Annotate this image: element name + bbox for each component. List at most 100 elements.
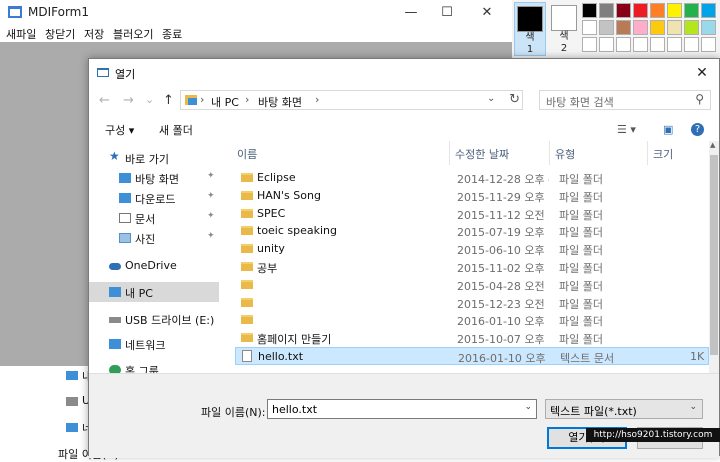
- color-swatch[interactable]: [684, 20, 699, 35]
- color-swatch[interactable]: [582, 3, 597, 18]
- file-row[interactable]: SPEC 2015-11-12 오전 2... 파일 폴더: [235, 205, 709, 223]
- address-dropdown[interactable]: ⌄: [487, 93, 495, 104]
- organize-button[interactable]: 구성 ▾: [105, 122, 134, 138]
- nav-pictures[interactable]: 사진 ✦: [89, 228, 219, 248]
- color-swatch[interactable]: [633, 3, 648, 18]
- menu-save[interactable]: 저장: [84, 26, 104, 42]
- file-row[interactable]: Eclipse 2014-12-28 오후 4... 파일 폴더: [235, 169, 709, 187]
- menu-close-window[interactable]: 창닫기: [45, 26, 75, 42]
- nav-desktop[interactable]: 바탕 화면 ✦: [89, 168, 219, 188]
- color-swatch[interactable]: [650, 20, 665, 35]
- file-row[interactable]: 홈페이지 만들기 2015-10-07 오후 1... 파일 폴더: [235, 329, 709, 347]
- filename-input[interactable]: hello.txt ⌄: [267, 399, 537, 419]
- close-button[interactable]: ✕: [476, 4, 498, 22]
- file-name: SPEC: [257, 206, 286, 220]
- color-swatch[interactable]: [684, 3, 699, 18]
- file-row[interactable]: HAN's Song 2015-11-29 오후 7... 파일 폴더: [235, 187, 709, 205]
- color-swatch[interactable]: [701, 3, 716, 18]
- file-name: Eclipse: [257, 171, 296, 184]
- forward-button[interactable]: →: [123, 93, 134, 108]
- maximize-button[interactable]: ☐: [436, 4, 458, 22]
- file-row[interactable]: 2015-12-23 오전 5... 파일 폴더: [235, 294, 709, 312]
- color-swatch[interactable]: [616, 3, 631, 18]
- color-1-slot[interactable]: 색 1: [514, 2, 546, 56]
- recent-dropdown[interactable]: ⌄: [145, 93, 154, 106]
- folder-icon: [241, 262, 253, 271]
- new-folder-button[interactable]: 새 폴더: [159, 122, 193, 138]
- column-divider[interactable]: [647, 141, 648, 165]
- preview-pane-icon[interactable]: ▣: [663, 123, 673, 136]
- minimize-button[interactable]: —: [400, 4, 422, 22]
- color-swatch[interactable]: [599, 3, 614, 18]
- nav-usb[interactable]: USB 드라이브 (E:): [89, 309, 219, 329]
- back-button[interactable]: ←: [99, 93, 110, 108]
- nav-onedrive[interactable]: OneDrive: [89, 256, 219, 276]
- color-swatch[interactable]: [701, 20, 716, 35]
- nav-quick-access[interactable]: ★ 바로 가기: [89, 148, 219, 168]
- custom-color-swatch[interactable]: [684, 37, 699, 52]
- search-icon: ⚲: [695, 92, 704, 106]
- file-type: 파일 폴더: [559, 262, 603, 275]
- dialog-title-bar[interactable]: 열기 ✕: [89, 59, 719, 87]
- breadcrumb-desktop[interactable]: 바탕 화면: [258, 94, 302, 110]
- scroll-up-icon[interactable]: ▲: [710, 141, 715, 149]
- color-swatch[interactable]: [667, 20, 682, 35]
- column-date[interactable]: 수정한 날짜: [455, 146, 509, 162]
- menu-new-file[interactable]: 새파일: [6, 26, 36, 42]
- address-bar[interactable]: › 내 PC › 바탕 화면 › ⌄ ↻: [180, 90, 523, 110]
- breadcrumb-this-pc[interactable]: 내 PC: [211, 94, 239, 110]
- nav-this-pc[interactable]: 내 PC: [89, 282, 219, 302]
- color-swatch[interactable]: [582, 20, 597, 35]
- custom-color-swatch[interactable]: [616, 37, 631, 52]
- refresh-icon[interactable]: ↻: [509, 92, 520, 107]
- custom-color-swatch[interactable]: [701, 37, 716, 52]
- file-row[interactable]: hello.txt 2016-01-10 오후 2... 텍스트 문서 1K: [235, 347, 709, 365]
- color-swatch[interactable]: [667, 3, 682, 18]
- custom-color-swatch[interactable]: [633, 37, 648, 52]
- search-box[interactable]: 바탕 화면 검색 ⚲: [539, 90, 711, 110]
- color-2-slot[interactable]: 색 2: [548, 2, 580, 56]
- custom-color-swatch[interactable]: [582, 37, 597, 52]
- help-icon[interactable]: ?: [691, 123, 704, 136]
- menu-exit[interactable]: 종료: [162, 26, 182, 42]
- file-row[interactable]: 공부 2015-11-02 오후 5... 파일 폴더: [235, 258, 709, 276]
- nav-label: OneDrive: [125, 259, 177, 272]
- nav-label: 사진: [135, 233, 156, 246]
- view-menu-icon[interactable]: ☰ ▾: [617, 123, 636, 136]
- dialog-title: 열기: [115, 68, 136, 81]
- color-swatch[interactable]: [650, 3, 665, 18]
- custom-color-swatch[interactable]: [667, 37, 682, 52]
- file-row[interactable]: unity 2015-06-10 오후 8... 파일 폴더: [235, 240, 709, 258]
- dialog-close-button[interactable]: ✕: [691, 63, 713, 83]
- nav-downloads[interactable]: 다운로드 ✦: [89, 188, 219, 208]
- up-button[interactable]: ↑: [163, 93, 174, 108]
- mdi-title-bar[interactable]: MDIForm1 — ☐ ✕: [0, 0, 512, 26]
- column-divider[interactable]: [549, 141, 550, 165]
- file-date: 2015-10-07 오후 1...: [457, 333, 549, 347]
- vertical-scrollbar[interactable]: ▲: [709, 141, 719, 373]
- file-row[interactable]: 2015-04-28 오전 1... 파일 폴더: [235, 276, 709, 294]
- column-type[interactable]: 유형: [555, 146, 575, 162]
- column-size[interactable]: 크기: [653, 146, 673, 162]
- desktop-icon: [119, 173, 131, 183]
- nav-bar: ← → ⌄ ↑ › 내 PC › 바탕 화면 › ⌄ ↻ 바탕 화면 검색 ⚲: [89, 87, 719, 119]
- pc-icon: [66, 371, 78, 380]
- nav-documents[interactable]: 문서 ✦: [89, 208, 219, 228]
- color-swatch[interactable]: [599, 20, 614, 35]
- search-placeholder: 바탕 화면 검색: [546, 96, 614, 109]
- file-type: 텍스트 문서: [560, 352, 615, 365]
- filetype-select[interactable]: 텍스트 파일(*.txt) ⌄: [545, 399, 703, 419]
- file-date: 2016-01-10 오후 2...: [458, 352, 550, 365]
- file-row[interactable]: toeic speaking 2015-07-19 오후 5... 파일 폴더: [235, 222, 709, 240]
- column-name[interactable]: 이름: [237, 146, 257, 162]
- nav-network[interactable]: 네트워크: [89, 334, 219, 354]
- scrollbar-thumb[interactable]: [710, 155, 718, 355]
- custom-color-swatch[interactable]: [650, 37, 665, 52]
- color-swatch[interactable]: [616, 20, 631, 35]
- column-divider[interactable]: [449, 141, 450, 165]
- chevron-down-icon[interactable]: ⌄: [524, 402, 532, 412]
- custom-color-swatch[interactable]: [599, 37, 614, 52]
- color-swatch[interactable]: [633, 20, 648, 35]
- file-row[interactable]: 2016-01-10 오후 1... 파일 폴더: [235, 311, 709, 329]
- menu-load[interactable]: 블러오기: [113, 26, 153, 42]
